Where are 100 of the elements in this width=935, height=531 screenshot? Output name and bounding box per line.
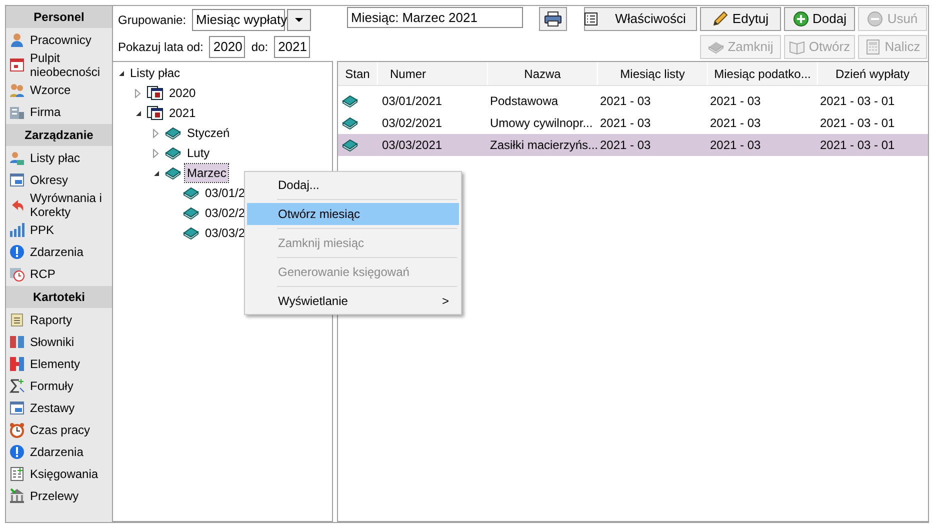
alert-icon — [9, 244, 25, 260]
sidebar-item[interactable]: Pracownicy — [30, 33, 92, 47]
menu-item[interactable]: Otwórz miesiąc — [247, 203, 459, 225]
sidebar-item[interactable]: Księgowania — [30, 467, 98, 481]
sidebar-item[interactable]: Wzorce — [30, 83, 71, 97]
ledger-icon — [9, 466, 25, 482]
dropdown-button[interactable] — [287, 9, 312, 31]
tree-item[interactable]: 2020 — [167, 84, 198, 102]
column-header[interactable]: Miesiąc listy — [598, 62, 708, 85]
menu-item[interactable]: Wyświetlanie > — [247, 290, 459, 312]
table-cell: 2021 - 03 — [600, 138, 651, 152]
print-button[interactable] — [539, 7, 567, 31]
tree-item[interactable]: 2021 — [167, 104, 198, 122]
toolbar-button[interactable]: Właściwości — [584, 7, 697, 31]
caret-icon — [295, 18, 304, 22]
sidebar-item[interactable]: Pulpit nieobecności — [30, 51, 106, 79]
collapse-arrow-icon[interactable] — [118, 70, 124, 76]
printer-icon — [544, 11, 562, 27]
tree-item[interactable]: 03/02/2 — [203, 204, 248, 222]
expand-arrow-icon[interactable] — [153, 128, 159, 138]
sidebar-item[interactable]: Wyrównania i Korekty — [30, 191, 106, 219]
grouping-dropdown[interactable]: Miesiąc wypłaty — [192, 9, 286, 31]
window-icon — [9, 400, 25, 416]
open-book-icon — [788, 39, 805, 55]
pencil-icon — [712, 11, 728, 27]
book-icon — [342, 138, 358, 152]
book-icon — [165, 146, 181, 160]
book-icon — [165, 166, 181, 180]
sidebar-item[interactable]: Formuły — [30, 379, 74, 393]
tree-item[interactable]: 03/01/2 — [203, 184, 248, 202]
sidebar-item[interactable]: Elementy — [30, 357, 80, 371]
table-cell: 2021 - 03 — [710, 138, 761, 152]
table-cell: 03/01/2021 — [382, 94, 442, 108]
sidebar-item[interactable]: Słowniki — [30, 335, 74, 349]
expand-arrow-icon[interactable] — [135, 88, 141, 98]
year-to-field[interactable]: 2021 — [274, 36, 310, 58]
sidebar-item[interactable]: Listy płac — [30, 151, 80, 165]
table-cell: 2021 - 03 — [600, 116, 651, 130]
scroll-icon — [9, 312, 25, 328]
month-field[interactable]: Miesiąc: Marzec 2021 — [347, 7, 523, 28]
tree-root[interactable]: Listy płac — [130, 64, 180, 82]
table-row[interactable]: 03/02/2021 Umowy cywilnopr... 2021 - 03 2021 - 03 2021 - 03 - 01 — [338, 112, 928, 134]
years-from-label: Pokazuj lata od: — [118, 39, 204, 56]
table-cell: 2021 - 03 — [710, 116, 761, 130]
tree-item[interactable]: Styczeń — [185, 124, 232, 142]
book-icon — [183, 206, 199, 220]
calendar-icon — [9, 57, 25, 73]
sigma-icon — [9, 378, 25, 394]
table-row[interactable]: 03/03/2021 Zasiłki macierzyńs... 2021 - 03 2021 - 03 2021 - 03 - 01 — [338, 134, 928, 156]
properties-icon — [583, 11, 600, 27]
column-header[interactable]: Stan — [338, 62, 378, 85]
collapse-arrow-icon[interactable] — [152, 170, 160, 176]
table-cell: Zasiłki macierzyńs... — [490, 138, 598, 152]
column-header[interactable]: Dzień wypłaty — [818, 62, 928, 85]
table-cell: 2021 - 03 - 01 — [820, 116, 895, 130]
menu-item[interactable]: Dodaj... — [247, 174, 459, 196]
sidebar-section-header[interactable]: Zarządzanie — [6, 124, 112, 146]
book-icon — [342, 94, 358, 108]
sidebar-item[interactable]: Raporty — [30, 313, 72, 327]
year-from-field[interactable]: 2020 — [209, 36, 246, 58]
calendar-icon — [147, 106, 163, 120]
sidebar-item[interactable]: Zdarzenia — [30, 245, 84, 259]
sidebar-item[interactable]: Zestawy — [30, 401, 75, 415]
table-row[interactable]: 03/01/2021 Podstawowa 2021 - 03 2021 - 03 2021 - 03 - 01 — [338, 90, 928, 112]
table-cell: 2021 - 03 - 01 — [820, 94, 895, 108]
minus-icon — [867, 11, 884, 27]
sidebar-item[interactable]: PPK — [30, 223, 54, 237]
toolbar-button[interactable]: Dodaj — [784, 7, 855, 31]
tree-item[interactable]: Luty — [185, 144, 212, 162]
grouping-label: Grupowanie: — [118, 12, 186, 29]
table-cell: 03/03/2021 — [382, 138, 442, 152]
calculator-icon — [864, 39, 881, 55]
table-cell: 2021 - 03 — [710, 94, 761, 108]
tree-item[interactable]: Marzec — [185, 164, 228, 182]
expand-arrow-icon[interactable] — [153, 148, 159, 158]
column-header[interactable]: Nazwa — [488, 62, 598, 85]
table-cell: 03/02/2021 — [382, 116, 442, 130]
table-cell: Podstawowa — [490, 94, 558, 108]
table-cell: 2021 - 03 - 01 — [820, 138, 895, 152]
toolbar-button[interactable]: Edytuj — [700, 7, 781, 31]
sidebar-item[interactable]: Firma — [30, 105, 61, 119]
sidebar-section-header[interactable]: Kartoteki — [6, 286, 112, 308]
bank-icon — [9, 488, 25, 504]
tree-item[interactable]: 03/03/2 — [203, 224, 248, 242]
column-header[interactable]: Numer — [378, 62, 488, 85]
table-cell: Umowy cywilnopr... — [490, 116, 593, 130]
table-cell: 2021 - 03 — [600, 94, 651, 108]
collapse-arrow-icon[interactable] — [134, 110, 142, 116]
person-icon — [9, 32, 25, 48]
book-icon — [183, 226, 199, 240]
sidebar-item[interactable]: RCP — [30, 267, 56, 281]
payroll-icon — [9, 150, 25, 166]
sidebar-item[interactable]: Przelewy — [30, 489, 79, 503]
sidebar-item[interactable]: Zdarzenia — [30, 445, 84, 459]
sidebar-item[interactable]: Czas pracy — [30, 423, 90, 437]
plus-icon — [792, 11, 809, 27]
column-header[interactable]: Miesiąc podatko... — [708, 62, 818, 85]
sidebar-section-header[interactable]: Personel — [6, 6, 112, 28]
window-icon — [9, 172, 25, 188]
sidebar-item[interactable]: Okresy — [30, 173, 68, 187]
